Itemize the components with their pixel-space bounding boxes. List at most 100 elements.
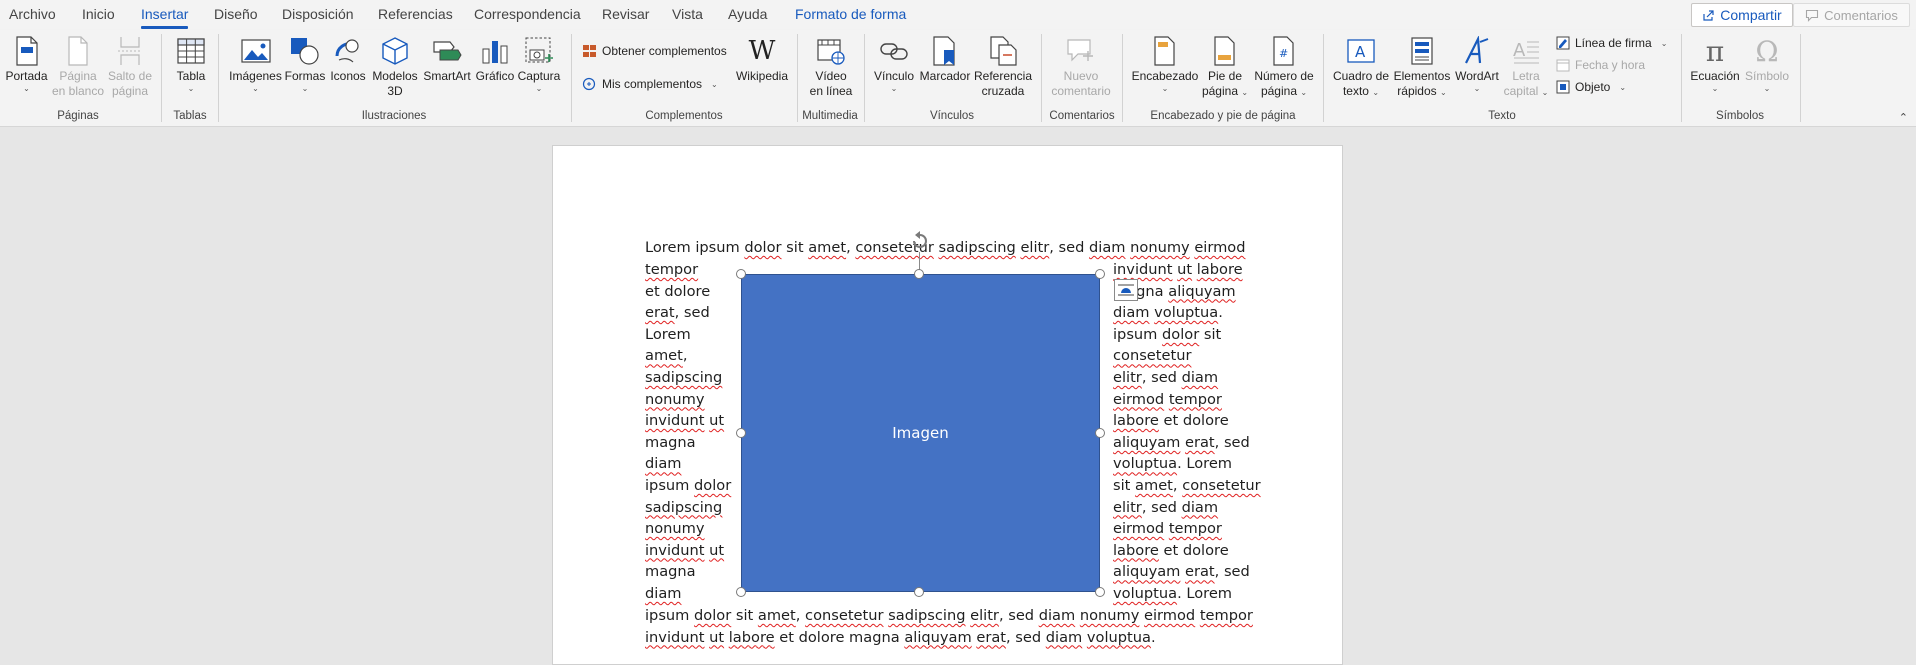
pagina-en-blanco-button[interactable]: Página en blanco — [50, 34, 106, 99]
chart-icon — [482, 41, 508, 64]
text-run: ut — [1177, 261, 1193, 278]
text-line: voluptua. Lorem — [1113, 453, 1261, 475]
text-run: , sed — [674, 304, 710, 322]
text-run: aliquyam — [904, 628, 972, 646]
chevron-down-icon: ⌄ — [890, 84, 898, 93]
image-placeholder-shape[interactable]: Imagen — [741, 274, 1100, 592]
comments-label: Comentarios — [1824, 7, 1898, 23]
text-box-icon: A — [1347, 39, 1375, 63]
group-separator — [1041, 34, 1042, 122]
grafico-button[interactable]: Gráfico — [474, 34, 516, 84]
text-run: voluptua — [1086, 628, 1151, 646]
resize-handle-bottom-left[interactable] — [736, 587, 746, 597]
layout-options-button[interactable] — [1114, 279, 1138, 301]
text-run: sit — [1199, 325, 1222, 343]
resize-handle-right[interactable] — [1095, 428, 1105, 438]
video-en-linea-button[interactable]: Vídeo en línea — [806, 34, 856, 99]
tab-diseno[interactable]: Diseño — [214, 6, 258, 22]
text-line: nonumy — [645, 389, 731, 411]
collapse-ribbon-icon[interactable]: ⌃ — [1899, 111, 1908, 124]
imagenes-button[interactable]: Imágenes ⌄ — [228, 34, 283, 93]
text-run: , sed — [1141, 368, 1182, 386]
tab-vista[interactable]: Vista — [672, 6, 703, 22]
fecha-y-hora-button[interactable]: Fecha y hora — [1556, 58, 1645, 72]
tab-revisar[interactable]: Revisar — [602, 6, 649, 22]
simbolo-button[interactable]: Ω Símbolo ⌄ — [1742, 34, 1792, 93]
marcador-button[interactable]: Marcador — [918, 34, 972, 84]
text-run: sadipscing — [888, 607, 966, 624]
text-line: elitr, sed diam — [1113, 497, 1261, 519]
bookmark-icon — [933, 36, 955, 66]
comments-button[interactable]: Comentarios — [1793, 3, 1910, 27]
svg-text:#: # — [1279, 47, 1288, 60]
mis-complementos-button[interactable]: Mis complementos ⌄ — [582, 77, 718, 91]
tab-ayuda[interactable]: Ayuda — [728, 6, 767, 22]
vinculo-button[interactable]: Vínculo ⌄ — [872, 34, 916, 93]
text-line: nonumy — [645, 518, 731, 540]
salto-de-pagina-button[interactable]: Salto de página — [106, 34, 154, 99]
paragraph-right-column[interactable]: invidunt ut labore magna aliquyam diam vol… — [1113, 259, 1261, 605]
paragraph-top-line[interactable]: Lorem ipsum dolor sit amet, consetetur s… — [645, 237, 1246, 259]
ecuacion-button[interactable]: π Ecuación ⌄ — [1690, 34, 1740, 93]
text-run: et dolore — [1158, 412, 1229, 430]
tab-referencias[interactable]: Referencias — [378, 6, 453, 22]
text-line: diam voluptua. — [1113, 302, 1261, 324]
text-run: consetetur — [805, 607, 884, 624]
referencia-cruzada-button[interactable]: Referencia cruzada — [973, 34, 1033, 99]
tab-archivo[interactable]: Archivo — [9, 6, 56, 22]
linea-de-firma-button[interactable]: Línea de firma ⌄ — [1556, 36, 1667, 50]
wikipedia-button[interactable]: W Wikipedia — [734, 34, 790, 84]
resize-handle-top[interactable] — [914, 269, 924, 279]
text-line: aliquyam erat, sed — [1113, 432, 1261, 454]
captura-button[interactable]: Captura ⌄ — [517, 34, 561, 93]
tab-formato-de-forma[interactable]: Formato de forma — [795, 6, 906, 22]
text-run: diam — [1045, 628, 1083, 646]
resize-handle-bottom[interactable] — [914, 587, 924, 597]
cuadro-de-texto-button[interactable]: A Cuadro de texto ⌄ — [1330, 34, 1392, 99]
text-line: sadipscing — [645, 497, 731, 519]
letra-capital-button[interactable]: A Letra capital ⌄ — [1502, 34, 1550, 99]
numero-de-pagina-button[interactable]: # Número de página ⌄ — [1252, 34, 1316, 99]
paragraph-left-column[interactable]: tempor et dolore erat, sed Lorem amet, sadips… — [645, 259, 731, 605]
tab-insertar[interactable]: Insertar — [141, 6, 189, 29]
resize-handle-left[interactable] — [736, 428, 746, 438]
objeto-button[interactable]: Objeto ⌄ — [1556, 80, 1626, 94]
elementos-rapidos-button[interactable]: Elementos rápidos ⌄ — [1392, 34, 1452, 99]
chevron-down-icon: ⌄ — [1711, 84, 1719, 93]
tab-disposicion[interactable]: Disposición — [282, 6, 354, 22]
text-run: nonumy — [645, 390, 705, 408]
text-run: et dolore — [1158, 541, 1229, 559]
pie-de-pagina-button[interactable]: Pie de página ⌄ — [1200, 34, 1250, 99]
resize-handle-bottom-right[interactable] — [1095, 587, 1105, 597]
text-run: , — [795, 607, 806, 624]
tab-correspondencia[interactable]: Correspondencia — [474, 6, 581, 22]
formas-button[interactable]: Formas ⌄ — [284, 34, 326, 93]
obtener-complementos-button[interactable]: Obtener complementos — [582, 44, 727, 58]
share-button[interactable]: Compartir — [1691, 3, 1793, 27]
portada-button[interactable]: Portada ⌄ — [4, 34, 49, 93]
modelos-3d-button[interactable]: Modelos 3D — [370, 34, 420, 99]
menu-tab-bar: Archivo Inicio Insertar Diseño Disposici… — [0, 0, 1916, 30]
smartart-button[interactable]: SmartArt — [420, 34, 474, 84]
nuevo-comentario-button[interactable]: Nuevo comentario — [1048, 34, 1114, 99]
letra-line2: capital ⌄ — [1503, 84, 1549, 98]
iconos-button[interactable]: Iconos — [328, 34, 368, 84]
chevron-down-icon: ⌄ — [23, 84, 30, 93]
text-run: invidunt — [645, 412, 705, 430]
tab-inicio[interactable]: Inicio — [82, 6, 115, 22]
encabezado-button[interactable]: Encabezado ⌄ — [1131, 34, 1199, 93]
wordart-button[interactable]: WordArt ⌄ — [1452, 34, 1502, 93]
resize-handle-top-right[interactable] — [1095, 269, 1105, 279]
tabla-button[interactable]: Tabla ⌄ — [170, 34, 212, 93]
text-line: invidunt ut labore — [1113, 259, 1261, 281]
pi-icon: π — [1705, 34, 1725, 68]
group-label-paginas: Páginas — [57, 110, 99, 122]
group-separator — [1323, 34, 1324, 122]
text-run: labore — [728, 628, 775, 646]
text-run: , sed — [998, 607, 1039, 624]
text-run: , sed — [1214, 433, 1250, 451]
rotate-handle-icon[interactable] — [909, 230, 931, 252]
resize-handle-top-left[interactable] — [736, 269, 746, 279]
paragraph-bottom-lines[interactable]: ipsum dolor sit amet, consetetur sadipsc… — [645, 605, 1253, 648]
text-run: sit — [1113, 476, 1136, 494]
